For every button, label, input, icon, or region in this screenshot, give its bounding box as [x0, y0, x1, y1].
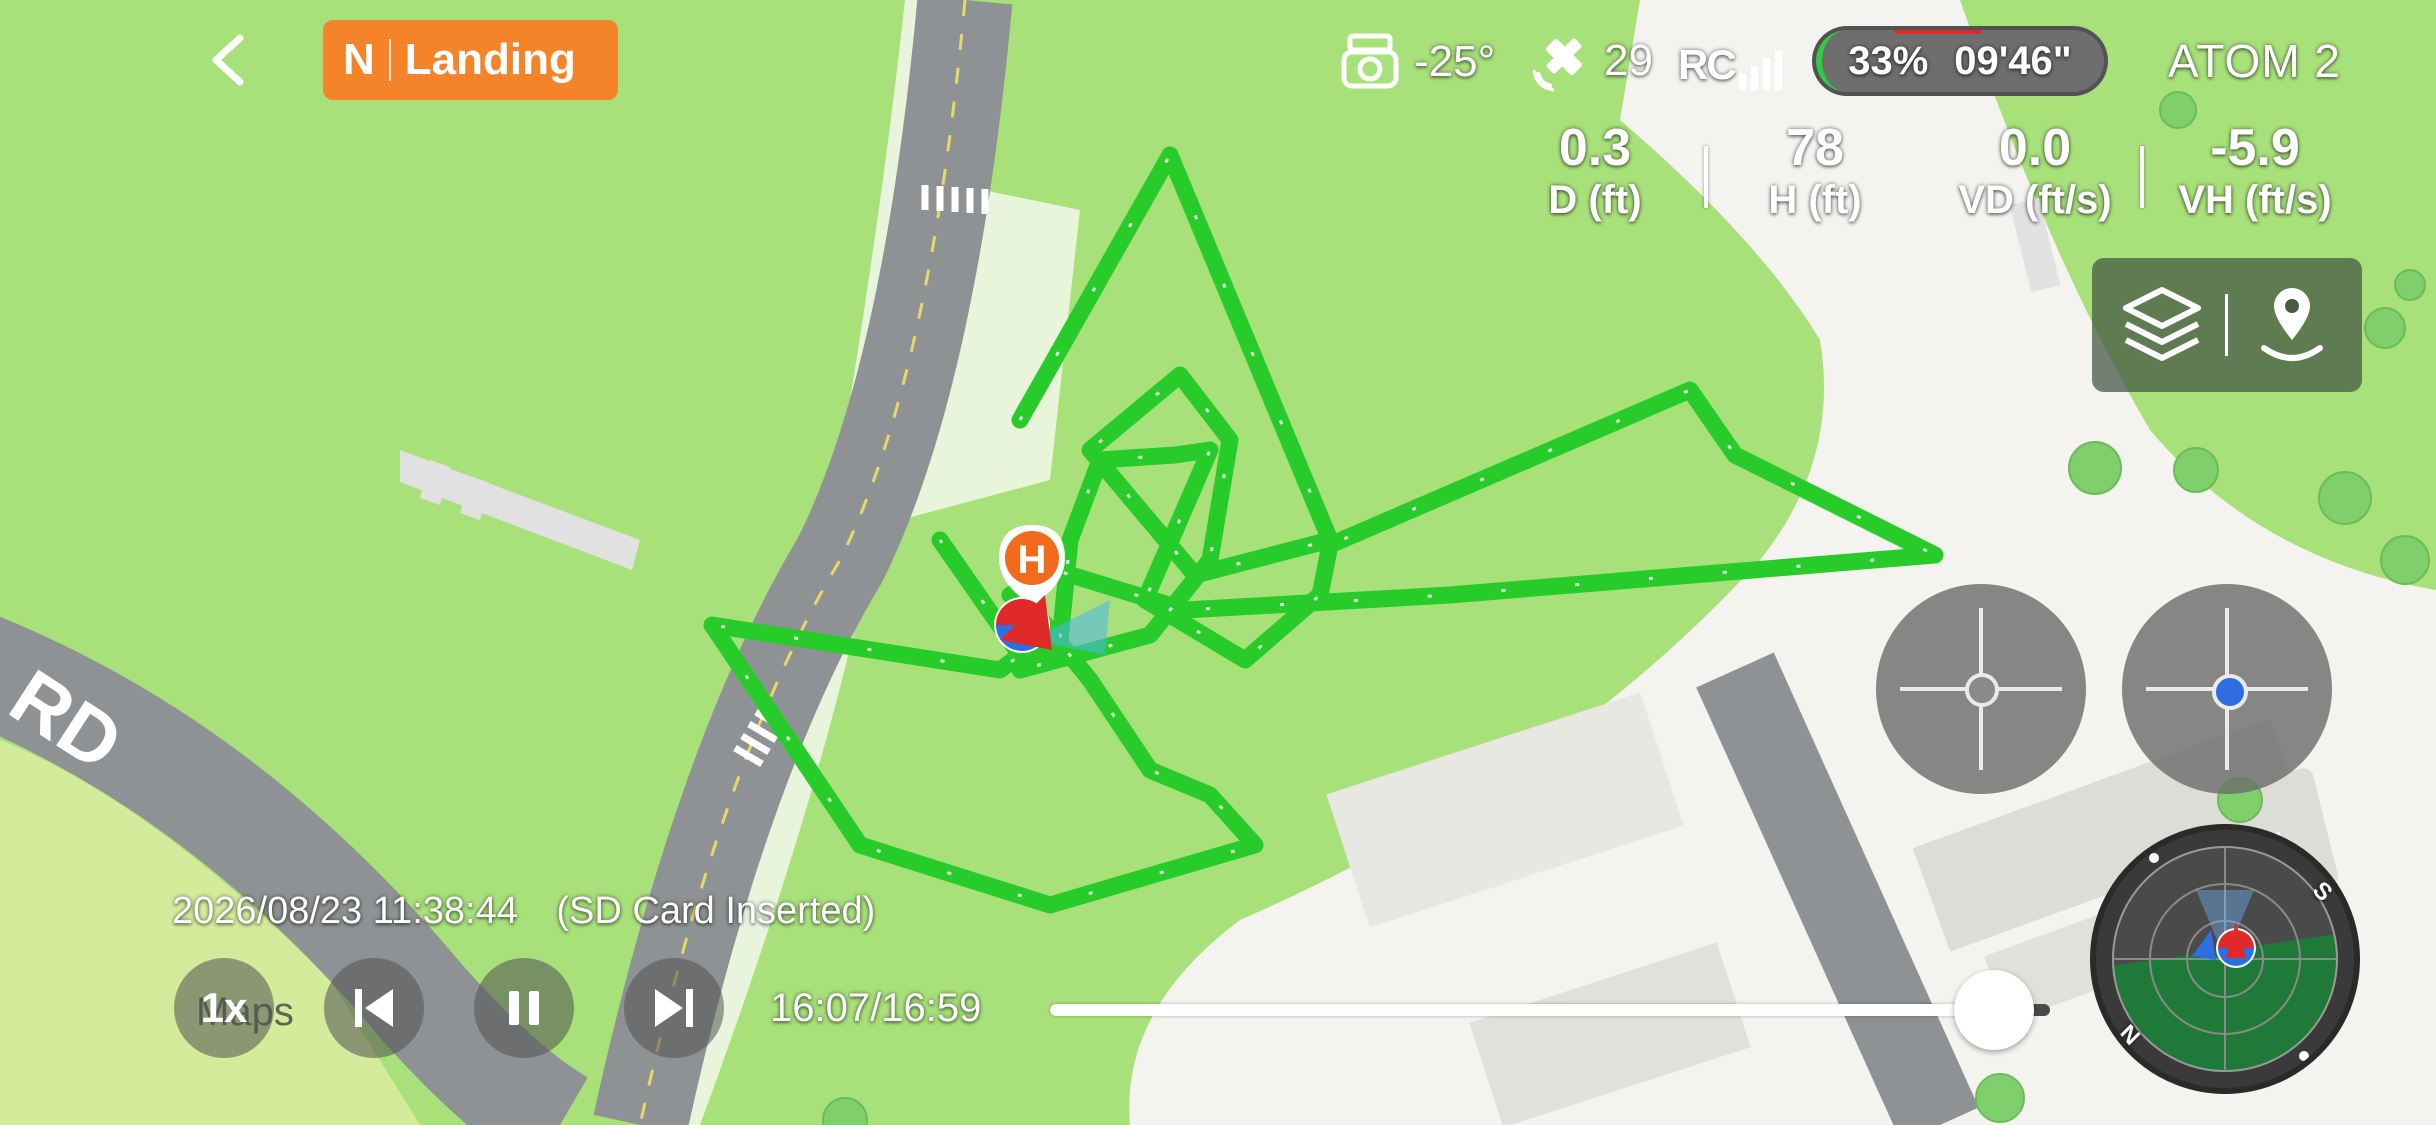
- layers-icon: [2123, 287, 2201, 361]
- playback-speed-button[interactable]: 1x: [174, 958, 274, 1058]
- gimbal-camera-icon: [1341, 33, 1399, 89]
- tools-divider: [2225, 294, 2228, 356]
- playback-position: 16:07/16:59: [770, 986, 982, 1030]
- rc-signal-bars-icon: [1738, 44, 1782, 90]
- flight-time: 09'46": [1954, 38, 2072, 83]
- pause-icon: [509, 991, 539, 1025]
- playback-scrubber-handle[interactable]: [1954, 970, 2034, 1050]
- location-pin-icon: [2261, 288, 2323, 361]
- flight-mode-badge[interactable]: N Landing: [323, 20, 618, 100]
- compass-radar[interactable]: S N: [2090, 824, 2360, 1094]
- map-layers-button[interactable]: [2112, 278, 2212, 372]
- telemetry-value: 0.0: [1998, 119, 2072, 177]
- recording-info: 2026/08/23 11:38:44 (SD Card Inserted): [172, 890, 875, 933]
- next-button[interactable]: [624, 958, 724, 1058]
- sd-card-status: (SD Card Inserted): [556, 890, 876, 932]
- battery-remaining-marker: [1894, 30, 1982, 34]
- right-stick-indicator: [2122, 584, 2332, 794]
- telemetry-label: VH (ft/s): [2178, 178, 2332, 222]
- left-stick-position: [1965, 673, 1999, 707]
- satellite-icon: [1532, 38, 1582, 92]
- back-button[interactable]: [200, 30, 260, 90]
- gps-status: 29: [1532, 30, 1653, 92]
- skip-previous-icon: [355, 989, 393, 1027]
- telemetry-vertical-speed: 0.0 VD (ft/s): [1940, 118, 2130, 223]
- previous-button[interactable]: [324, 958, 424, 1058]
- flight-mode-letter: N: [343, 35, 375, 84]
- telemetry-horizontal-speed: -5.9 VH (ft/s): [2155, 118, 2355, 223]
- chevron-left-icon: [212, 34, 244, 86]
- radar-graphic: [2098, 846, 2352, 1086]
- telemetry-divider: [1704, 146, 1708, 208]
- drone-model-name[interactable]: ATOM 2: [2168, 34, 2341, 88]
- flight-mode-label: Landing: [404, 35, 576, 84]
- telemetry-label: VD (ft/s): [1958, 178, 2112, 222]
- gimbal-status: -25°: [1340, 32, 1495, 92]
- rc-signal-status: RC: [1678, 40, 1782, 90]
- skip-next-icon: [655, 989, 693, 1027]
- telemetry-value: 0.3: [1558, 119, 1632, 177]
- telemetry-label: D (ft): [1548, 178, 1642, 222]
- map-location-button[interactable]: [2242, 278, 2342, 372]
- battery-percent: 33%: [1848, 38, 1929, 83]
- telemetry-divider: [2140, 146, 2144, 208]
- playback-progress-track[interactable]: [1050, 970, 2050, 1050]
- right-stick-position: [2212, 674, 2248, 710]
- gimbal-tilt-value: -25°: [1414, 37, 1496, 86]
- home-marker-letter: H: [1018, 538, 1047, 582]
- pause-button[interactable]: [474, 958, 574, 1058]
- battery-arc: [1816, 30, 1856, 92]
- record-timestamp: 2026/08/23 11:38:44: [172, 890, 518, 932]
- badge-divider: [388, 39, 391, 81]
- left-stick-indicator: [1876, 584, 2086, 794]
- map-tools-panel: [2092, 258, 2362, 392]
- telemetry-height: 78 H (ft): [1740, 118, 1890, 223]
- telemetry-distance: 0.3 D (ft): [1520, 118, 1670, 223]
- telemetry-value: -5.9: [2210, 119, 2300, 177]
- playback-progress-fill: [1050, 1004, 1994, 1016]
- battery-flight-time: 33% 09'46": [1812, 26, 2108, 96]
- satellite-count: 29: [1604, 36, 1653, 85]
- telemetry-label: H (ft): [1768, 178, 1862, 222]
- telemetry-value: 78: [1786, 119, 1844, 177]
- rc-label: RC: [1678, 41, 1737, 88]
- playback-speed-label: 1x: [200, 984, 248, 1031]
